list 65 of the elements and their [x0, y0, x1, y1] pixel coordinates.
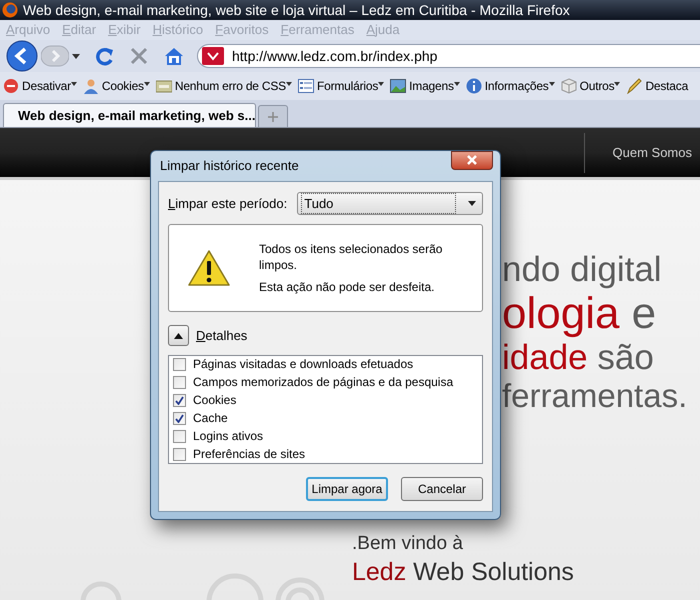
caret-icon[interactable]	[70, 81, 77, 87]
checkbox[interactable]	[173, 394, 186, 407]
form-icon[interactable]	[298, 78, 314, 94]
hero-text: ologia	[502, 289, 620, 338]
caret-icon	[468, 201, 476, 206]
dialog-button[interactable]: Cancelar	[401, 477, 483, 501]
person-icon[interactable]	[82, 78, 99, 94]
collapse-icon	[174, 332, 183, 338]
caret-icon[interactable]	[286, 81, 292, 87]
close-icon	[467, 155, 477, 165]
browser-tab[interactable]: Web design, e-mail marketing, web s...	[3, 103, 256, 127]
brand-text: Ledz	[352, 558, 406, 586]
image-icon[interactable]	[390, 78, 406, 94]
period-dropdown[interactable]: Tudo	[297, 192, 483, 215]
close-button[interactable]	[451, 150, 493, 170]
warning-text: Todos os itens selecionados serão limpos.	[259, 241, 444, 273]
checkbox[interactable]	[173, 430, 186, 443]
field-label: Limpar este período:	[168, 194, 288, 213]
stop-icon[interactable]	[3, 78, 19, 94]
checkbox[interactable]	[173, 448, 186, 461]
checkbox-label[interactable]: Cache	[193, 412, 228, 425]
plus-icon	[268, 112, 278, 122]
toolbar-button[interactable]: Imagens	[409, 77, 454, 95]
warning-text: Esta ação não pode ser desfeita.	[259, 279, 436, 295]
details-toggle[interactable]	[168, 325, 189, 346]
warning-icon	[187, 249, 231, 287]
caret-icon[interactable]	[144, 81, 150, 87]
checkbox[interactable]	[173, 358, 186, 371]
toolbar-button[interactable]: Destaca	[645, 77, 688, 95]
dialog-button[interactable]: Limpar agora	[306, 477, 388, 501]
css-icon[interactable]	[156, 78, 172, 94]
home-icon[interactable]	[163, 46, 185, 66]
caret-icon[interactable]	[454, 81, 460, 87]
caret-icon[interactable]	[548, 81, 555, 87]
info-icon[interactable]	[466, 78, 482, 94]
checkbox-label[interactable]: Preferências de sites	[193, 448, 306, 461]
site-icon	[202, 47, 224, 65]
caret-icon[interactable]	[378, 81, 384, 87]
toolbar-button[interactable]: Formulários	[316, 77, 378, 95]
reload-icon[interactable]	[95, 46, 115, 66]
checkbox-label[interactable]: Logins ativos	[193, 430, 264, 443]
checkbox-label[interactable]: Campos memorizados de páginas e da pesquisa	[193, 376, 454, 389]
firefox-icon	[2, 2, 18, 18]
dialog-title: Limpar histórico recente	[159, 157, 299, 176]
address-field[interactable]: http://www.ledz.com.br/index.php	[197, 44, 700, 68]
checkbox[interactable]	[173, 412, 186, 425]
toolbar-button[interactable]: Nenhum erro de CSS	[174, 77, 286, 95]
welcome-text: .Bem vindo à	[352, 532, 464, 556]
hero-text: e	[630, 289, 656, 338]
brand-text: Web Solutions	[412, 558, 574, 586]
toolbar-button[interactable]: Desativar	[22, 77, 71, 95]
pen-icon[interactable]	[626, 78, 642, 94]
nav-link[interactable]: Quem Somos	[584, 142, 700, 162]
toolbar-button[interactable]: Informações	[484, 77, 549, 95]
hero-text: são	[596, 338, 654, 378]
window-title: Web design, e-mail marketing, web site e loja virtual – Ledz em Curitiba - Mozilla Firefox	[23, 0, 570, 20]
caret-icon[interactable]	[71, 51, 81, 61]
details-label[interactable]: Detalhes	[196, 326, 248, 346]
checkbox[interactable]	[173, 376, 186, 389]
checkbox-label[interactable]: Cookies	[193, 394, 236, 407]
checkbox-label[interactable]: Páginas visitadas e downloads efetuados	[193, 358, 414, 371]
caret-icon[interactable]	[614, 81, 620, 87]
hero-text: idade	[502, 338, 588, 378]
toolbar-button[interactable]: Cookies	[102, 77, 144, 95]
toolbar-button[interactable]: Outros	[580, 77, 614, 95]
